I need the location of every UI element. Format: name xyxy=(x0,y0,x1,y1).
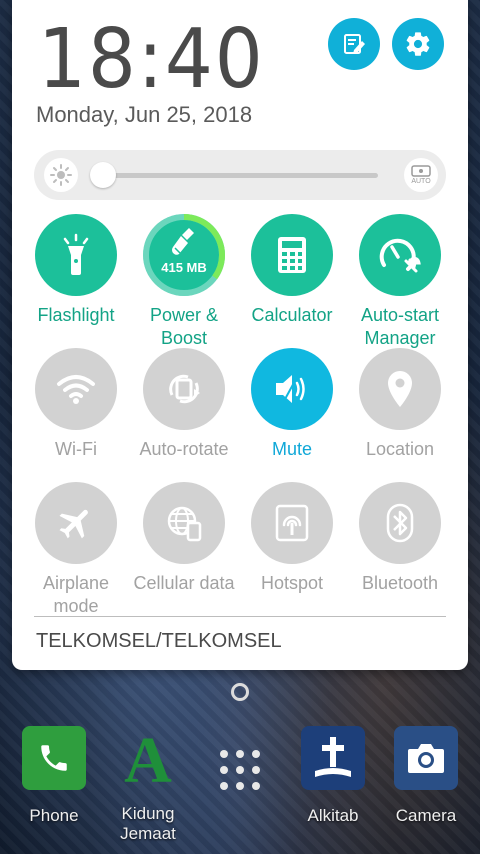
tile-label: Wi-Fi xyxy=(55,439,97,459)
hotspot-icon xyxy=(275,504,309,542)
dock-app-phone[interactable]: Phone xyxy=(4,726,104,826)
dock-app-alkitab[interactable]: Alkitab xyxy=(283,726,383,826)
settings-button[interactable] xyxy=(392,18,444,70)
tile-auto-rotate[interactable]: Auto-rotate xyxy=(130,348,238,461)
tile-label: Cellular data xyxy=(133,573,235,593)
airplane-mode-toggle[interactable] xyxy=(35,482,117,564)
brightness-icon xyxy=(44,158,78,192)
tile-label: Calculator xyxy=(251,305,333,325)
phone-icon xyxy=(22,726,86,790)
tile-label: Power & Boost xyxy=(149,305,219,348)
brightness-bar: AUTO xyxy=(34,150,446,200)
location-toggle[interactable] xyxy=(359,348,441,430)
mute-toggle[interactable] xyxy=(251,348,333,430)
tile-label: Mute xyxy=(271,439,313,459)
calculator-icon xyxy=(278,237,306,273)
auto-rotate-toggle[interactable] xyxy=(143,348,225,430)
tile-location[interactable]: Location xyxy=(346,348,454,461)
camera-icon xyxy=(394,726,458,790)
boost-memory-value: 415 MB xyxy=(161,260,207,275)
wifi-icon xyxy=(57,375,95,404)
brightness-slider-thumb[interactable] xyxy=(90,162,116,188)
tile-airplane-mode[interactable]: Airplane mode xyxy=(22,482,130,618)
broom-icon xyxy=(172,228,194,255)
tile-label: Auto-start Manager xyxy=(360,305,440,348)
quick-settings-panel: 18:40 Monday, Jun 25, 2018 AUTO Flashlig… xyxy=(12,0,468,670)
location-pin-icon xyxy=(388,371,412,407)
brightness-track[interactable] xyxy=(102,173,378,178)
tile-bluetooth[interactable]: Bluetooth xyxy=(346,482,454,595)
auto-rotate-icon xyxy=(169,374,200,404)
bible-icon xyxy=(301,726,365,790)
dock-app-label: Phone xyxy=(29,806,79,825)
tile-label: Flashlight xyxy=(37,305,115,325)
auto-brightness-icon xyxy=(411,165,431,177)
cellular-data-icon xyxy=(167,506,202,542)
date[interactable]: Monday, Jun 25, 2018 xyxy=(36,102,252,128)
bluetooth-toggle[interactable] xyxy=(359,482,441,564)
tile-label: Airplane mode xyxy=(42,573,110,616)
edit-icon xyxy=(344,34,365,54)
svg-text:A: A xyxy=(124,726,172,790)
calculator-button[interactable] xyxy=(251,214,333,296)
bluetooth-icon xyxy=(386,503,414,543)
auto-start-manager-button[interactable] xyxy=(359,214,441,296)
edit-quick-settings-button[interactable] xyxy=(328,18,380,70)
tile-auto-start-manager[interactable]: Auto-start Manager xyxy=(346,214,454,350)
auto-brightness-button[interactable]: AUTO xyxy=(404,158,438,192)
gauge-wrench-icon xyxy=(379,238,421,273)
gear-icon xyxy=(406,32,430,56)
mute-icon xyxy=(276,375,305,403)
tile-label: Bluetooth xyxy=(361,573,439,593)
kidung-jemaat-icon: A xyxy=(116,726,180,790)
panel-divider xyxy=(34,616,446,617)
flashlight-button[interactable] xyxy=(35,214,117,296)
hotspot-toggle[interactable] xyxy=(251,482,333,564)
airplane-icon xyxy=(59,509,88,539)
dock-app-label: Alkitab xyxy=(307,806,359,825)
auto-brightness-label: AUTO xyxy=(411,178,431,185)
flashlight-icon xyxy=(63,233,89,275)
dock-app-label: Camera xyxy=(395,806,457,825)
tile-label: Auto-rotate xyxy=(139,439,229,459)
tile-wifi[interactable]: Wi-Fi xyxy=(22,348,130,461)
tile-mute[interactable]: Mute xyxy=(238,348,346,461)
cellular-data-toggle[interactable] xyxy=(143,482,225,564)
app-drawer-icon[interactable] xyxy=(218,748,262,792)
clock[interactable]: 18:40 xyxy=(38,12,265,107)
tile-label: Location xyxy=(365,439,435,459)
dock-app-camera[interactable]: Camera xyxy=(376,726,476,826)
tile-calculator[interactable]: Calculator xyxy=(238,214,346,327)
tile-flashlight[interactable]: Flashlight xyxy=(22,214,130,327)
dock-app-kidung-jemaat[interactable]: A Kidung Jemaat xyxy=(98,726,198,844)
carrier-name: TELKOMSEL/TELKOMSEL xyxy=(36,630,282,652)
home-page-indicator[interactable] xyxy=(231,683,249,701)
tile-cellular-data[interactable]: Cellular data xyxy=(130,482,238,595)
tile-label: Hotspot xyxy=(260,573,324,593)
wifi-toggle[interactable] xyxy=(35,348,117,430)
dock-app-label: Kidung Jemaat xyxy=(120,804,176,843)
tile-power-boost[interactable]: 415 MB Power & Boost xyxy=(130,214,238,350)
tile-hotspot[interactable]: Hotspot xyxy=(238,482,346,595)
power-boost-button[interactable]: 415 MB xyxy=(143,214,225,296)
